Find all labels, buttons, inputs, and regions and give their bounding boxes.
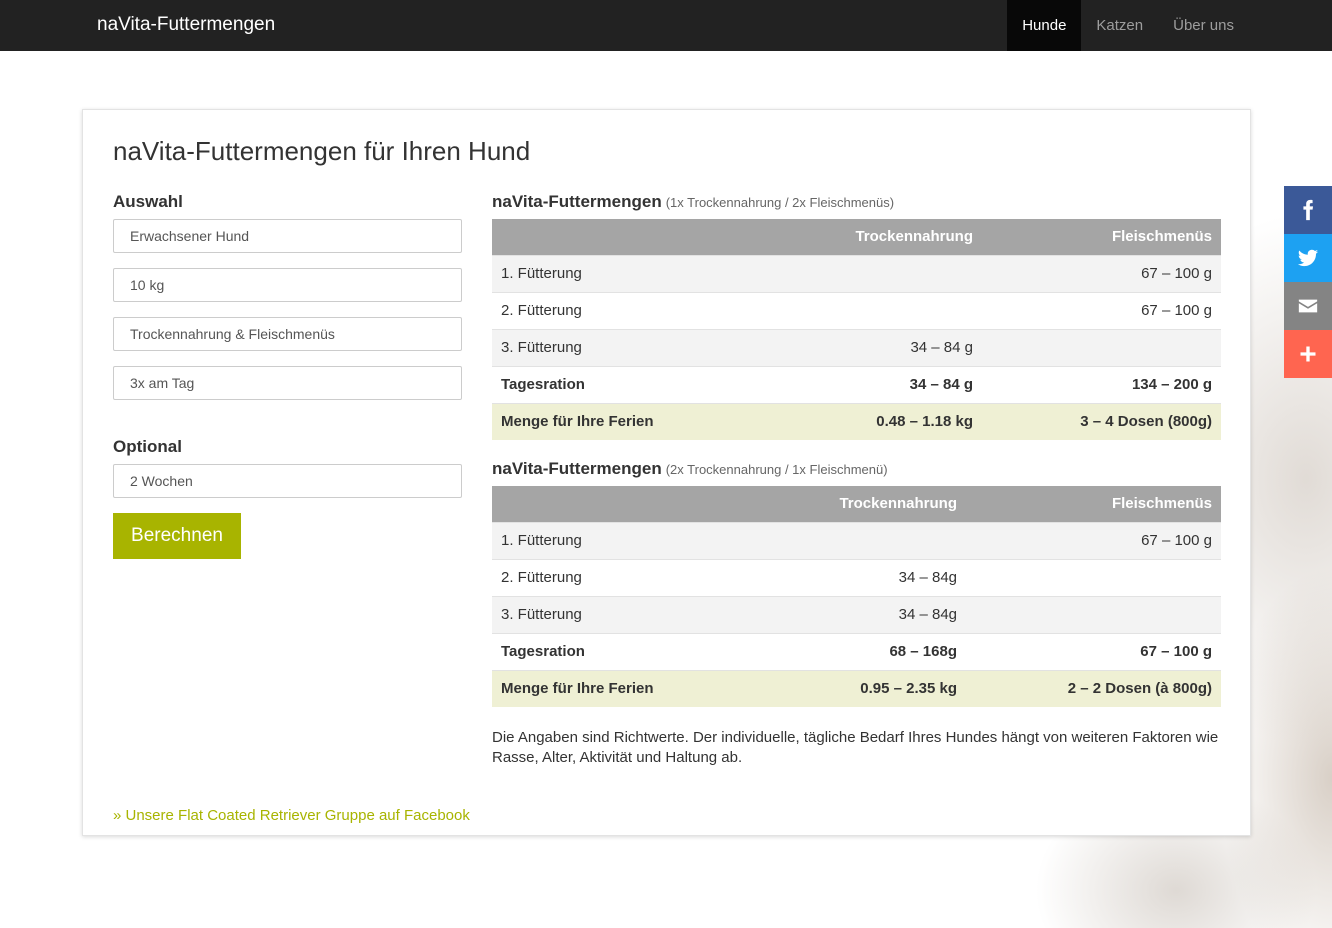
row-label: 1. Fütterung bbox=[492, 521, 792, 559]
more-share-button[interactable] bbox=[1284, 330, 1332, 378]
dry-value bbox=[792, 254, 982, 292]
table-row-holiday: Menge für Ihre Ferien 0.95 – 2.35 kg 2 –… bbox=[492, 669, 1221, 707]
table-header-empty bbox=[492, 219, 792, 255]
meat-value: 67 – 100 g bbox=[966, 521, 1221, 559]
table-row-total: Tagesration 34 – 84 g 134 – 200 g bbox=[492, 365, 1221, 403]
row-label: Tagesration bbox=[492, 365, 792, 403]
table-row-holiday: Menge für Ihre Ferien 0.48 – 1.18 kg 3 –… bbox=[492, 402, 1221, 440]
dry-value bbox=[792, 521, 966, 559]
dry-value: 0.95 – 2.35 kg bbox=[792, 669, 966, 707]
facebook-share-button[interactable] bbox=[1284, 186, 1332, 234]
table-header-meat: Fleischmenüs bbox=[982, 219, 1221, 255]
nav-item-katzen[interactable]: Katzen bbox=[1081, 0, 1158, 51]
duration-select[interactable]: 2 Wochen bbox=[113, 464, 462, 498]
dry-value: 34 – 84 g bbox=[792, 328, 982, 366]
table2-subtitle: (2x Trockennahrung / 1x Fleischmenü) bbox=[665, 462, 888, 477]
feeding-table-1: Trockennahrung Fleischmenüs 1. Fütterung… bbox=[492, 219, 1221, 440]
table-header-dry: Trockennahrung bbox=[792, 219, 982, 255]
dry-value: 68 – 168g bbox=[792, 632, 966, 670]
calculate-button[interactable]: Berechnen bbox=[113, 513, 241, 559]
row-label: Menge für Ihre Ferien bbox=[492, 669, 792, 707]
row-label: 2. Fütterung bbox=[492, 558, 792, 596]
dry-value: 34 – 84g bbox=[792, 558, 966, 596]
top-navbar: naVita-Futtermengen Hunde Katzen Über un… bbox=[0, 0, 1332, 51]
food-type-select[interactable]: Trockennahrung & Fleischmenüs bbox=[113, 317, 462, 351]
facebook-group-link[interactable]: » Unsere Flat Coated Retriever Gruppe au… bbox=[113, 807, 470, 824]
age-select[interactable]: Erwachsener Hund bbox=[113, 219, 462, 253]
auswahl-label: Auswahl bbox=[113, 192, 183, 211]
table1-subtitle: (1x Trockennahrung / 2x Fleischmenüs) bbox=[665, 195, 895, 210]
row-label: Menge für Ihre Ferien bbox=[492, 402, 792, 440]
table-row: 1. Fütterung 67 – 100 g bbox=[492, 254, 1221, 292]
table-row: 2. Fütterung 34 – 84g bbox=[492, 558, 1221, 596]
table1-title: naVita-Futtermengen bbox=[492, 192, 662, 211]
table2-title: naVita-Futtermengen bbox=[492, 459, 662, 478]
meat-value bbox=[966, 558, 1221, 596]
feeding-table-2: Trockennahrung Fleischmenüs 1. Fütterung… bbox=[492, 486, 1221, 707]
row-label: 3. Fütterung bbox=[492, 328, 792, 366]
dry-value: 34 – 84g bbox=[792, 595, 966, 633]
meat-value: 3 – 4 Dosen (800g) bbox=[982, 402, 1221, 440]
dry-value: 34 – 84 g bbox=[792, 365, 982, 403]
row-label: 1. Fütterung bbox=[492, 254, 792, 292]
table1-heading: naVita-Futtermengen (1x Trockennahrung / … bbox=[492, 192, 1221, 212]
twitter-icon bbox=[1297, 249, 1319, 267]
optional-label: Optional bbox=[113, 437, 182, 456]
dry-value: 0.48 – 1.18 kg bbox=[792, 402, 982, 440]
meat-value bbox=[982, 328, 1221, 366]
nav-item-hunde[interactable]: Hunde bbox=[1007, 0, 1082, 51]
facebook-icon bbox=[1303, 199, 1314, 221]
meat-value: 134 – 200 g bbox=[982, 365, 1221, 403]
brand-title[interactable]: naVita-Futtermengen bbox=[97, 14, 275, 36]
main-nav: Hunde Katzen Über uns bbox=[1007, 0, 1249, 51]
disclaimer-note: Die Angaben sind Richtwerte. Der individ… bbox=[492, 729, 1219, 766]
mail-icon bbox=[1298, 299, 1318, 313]
meat-value: 67 – 100 g bbox=[982, 291, 1221, 329]
twitter-share-button[interactable] bbox=[1284, 234, 1332, 282]
table-row: 3. Fütterung 34 – 84 g bbox=[492, 328, 1221, 366]
plus-icon bbox=[1300, 346, 1316, 362]
meat-value: 67 – 100 g bbox=[966, 632, 1221, 670]
results-panel: naVita-Futtermengen (1x Trockennahrung / … bbox=[492, 192, 1221, 768]
table-header-empty bbox=[492, 486, 792, 522]
social-share-bar bbox=[1284, 186, 1332, 378]
weight-select[interactable]: 10 kg bbox=[113, 268, 462, 302]
frequency-select[interactable]: 3x am Tag bbox=[113, 366, 462, 400]
page-title: naVita-Futtermengen für Ihren Hund bbox=[113, 136, 531, 166]
calculator-card: naVita-Futtermengen für Ihren Hund Auswa… bbox=[82, 109, 1251, 836]
table-row: 1. Fütterung 67 – 100 g bbox=[492, 521, 1221, 559]
selection-form: Auswahl Erwachsener Hund 10 kg Trockenna… bbox=[113, 192, 462, 559]
meat-value: 67 – 100 g bbox=[982, 254, 1221, 292]
table-header-dry: Trockennahrung bbox=[792, 486, 966, 522]
row-label: 3. Fütterung bbox=[492, 595, 792, 633]
table-row: 3. Fütterung 34 – 84g bbox=[492, 595, 1221, 633]
meat-value: 2 – 2 Dosen (à 800g) bbox=[966, 669, 1221, 707]
dry-value bbox=[792, 291, 982, 329]
meat-value bbox=[966, 595, 1221, 633]
row-label: Tagesration bbox=[492, 632, 792, 670]
table-row-total: Tagesration 68 – 168g 67 – 100 g bbox=[492, 632, 1221, 670]
table2-heading: naVita-Futtermengen (2x Trockennahrung / … bbox=[492, 459, 1221, 479]
nav-item-ueber-uns[interactable]: Über uns bbox=[1158, 0, 1249, 51]
email-share-button[interactable] bbox=[1284, 282, 1332, 330]
row-label: 2. Fütterung bbox=[492, 291, 792, 329]
table-header-meat: Fleischmenüs bbox=[966, 486, 1221, 522]
table-row: 2. Fütterung 67 – 100 g bbox=[492, 291, 1221, 329]
